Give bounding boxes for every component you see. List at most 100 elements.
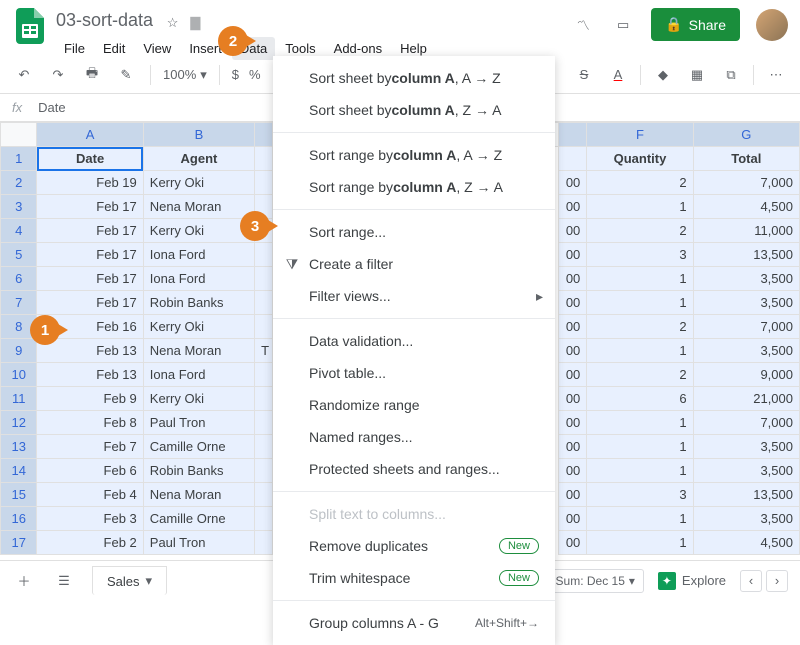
trend-icon[interactable]: 〽 xyxy=(571,13,595,37)
comments-icon[interactable]: ▭ xyxy=(611,13,635,37)
dd-pivot[interactable]: Pivot table... xyxy=(273,357,555,389)
cell[interactable]: Feb 7 xyxy=(37,435,143,459)
cell[interactable]: Feb 3 xyxy=(37,507,143,531)
row-header[interactable]: 17 xyxy=(1,531,37,555)
add-sheet-icon[interactable]: ＋ xyxy=(12,569,36,593)
fx-icon[interactable]: fx xyxy=(12,100,22,115)
cell[interactable]: Feb 2 xyxy=(37,531,143,555)
dd-sort-range-za[interactable]: Sort range by column A, Z → A xyxy=(273,171,555,203)
cell[interactable] xyxy=(255,267,273,291)
row-header[interactable]: 1 xyxy=(1,147,37,171)
cell[interactable]: 00 xyxy=(558,459,586,483)
cell[interactable]: 1 xyxy=(587,195,693,219)
cell[interactable]: Paul Tron xyxy=(143,531,254,555)
row-header[interactable]: 11 xyxy=(1,387,37,411)
col-header-A[interactable]: A xyxy=(37,123,143,147)
avatar[interactable] xyxy=(756,9,788,41)
cell[interactable]: Robin Banks xyxy=(143,459,254,483)
cell[interactable]: Feb 17 xyxy=(37,291,143,315)
cell[interactable]: Feb 17 xyxy=(37,195,143,219)
cell[interactable]: 7,000 xyxy=(693,315,799,339)
zoom-select[interactable]: 100%▾ xyxy=(163,67,207,83)
cell[interactable]: 3,500 xyxy=(693,435,799,459)
cell[interactable]: Kerry Oki xyxy=(143,315,254,339)
cell[interactable]: 3,500 xyxy=(693,507,799,531)
row-header[interactable]: 13 xyxy=(1,435,37,459)
fill-color-icon[interactable]: ◆ xyxy=(651,63,675,87)
row-header[interactable]: 9 xyxy=(1,339,37,363)
cell[interactable]: 00 xyxy=(558,411,586,435)
cell[interactable]: 1 xyxy=(587,291,693,315)
cell[interactable]: 00 xyxy=(558,195,586,219)
doc-title[interactable]: 03-sort-data xyxy=(56,8,153,33)
cell[interactable]: 2 xyxy=(587,219,693,243)
scroll-right-icon[interactable]: › xyxy=(766,570,788,592)
cell[interactable]: 1 xyxy=(587,339,693,363)
cell[interactable]: Paul Tron xyxy=(143,411,254,435)
cell[interactable]: 7,000 xyxy=(693,411,799,435)
cell[interactable]: Nena Moran xyxy=(143,483,254,507)
cell[interactable]: 11,000 xyxy=(693,219,799,243)
row-header[interactable]: 3 xyxy=(1,195,37,219)
all-sheets-icon[interactable]: ☰ xyxy=(52,569,76,593)
cell[interactable]: Feb 17 xyxy=(37,267,143,291)
row-header[interactable]: 15 xyxy=(1,483,37,507)
row-header[interactable]: 6 xyxy=(1,267,37,291)
cell[interactable] xyxy=(255,363,273,387)
cell[interactable] xyxy=(255,531,273,555)
share-button[interactable]: 🔒 Share xyxy=(651,8,740,41)
currency-icon[interactable]: $ xyxy=(232,67,239,82)
cell[interactable]: 21,000 xyxy=(693,387,799,411)
cell[interactable]: 9,000 xyxy=(693,363,799,387)
cell[interactable]: Feb 8 xyxy=(37,411,143,435)
cell[interactable]: 00 xyxy=(558,243,586,267)
cell[interactable] xyxy=(255,459,273,483)
cell[interactable]: 00 xyxy=(558,267,586,291)
cell[interactable]: Date xyxy=(37,147,143,171)
folder-icon[interactable]: ▇ xyxy=(190,15,200,31)
more-icon[interactable]: ⋯ xyxy=(764,63,788,87)
cell[interactable]: Kerry Oki xyxy=(143,171,254,195)
sheets-logo-icon[interactable] xyxy=(12,8,48,44)
star-icon[interactable]: ☆ xyxy=(167,15,179,31)
cell[interactable]: 2 xyxy=(587,363,693,387)
dd-randomize[interactable]: Randomize range xyxy=(273,389,555,421)
cell[interactable]: 00 xyxy=(558,507,586,531)
sheet-tab[interactable]: Sales▾ xyxy=(92,566,167,595)
cell[interactable]: 00 xyxy=(558,291,586,315)
row-header[interactable]: 4 xyxy=(1,219,37,243)
cell[interactable]: 00 xyxy=(558,435,586,459)
undo-icon[interactable]: ↶ xyxy=(12,63,36,87)
row-header[interactable]: 12 xyxy=(1,411,37,435)
cell[interactable] xyxy=(255,315,273,339)
dd-sort-sheet-az[interactable]: Sort sheet by column A, A → Z xyxy=(273,62,555,94)
row-header[interactable]: 10 xyxy=(1,363,37,387)
cell[interactable]: Total xyxy=(693,147,799,171)
dd-group[interactable]: Group columns A - GAlt+Shift+→ xyxy=(273,607,555,639)
cell[interactable]: Camille Orne xyxy=(143,507,254,531)
cell[interactable]: Quantity xyxy=(587,147,693,171)
formula-value[interactable]: Date xyxy=(38,100,65,115)
dd-sort-range[interactable]: Sort range... xyxy=(273,216,555,248)
cell[interactable]: Nena Moran xyxy=(143,195,254,219)
cell[interactable]: 1 xyxy=(587,459,693,483)
cell[interactable]: 3 xyxy=(587,483,693,507)
dd-filter-views[interactable]: Filter views...▸ xyxy=(273,280,555,312)
dd-create-filter[interactable]: ⧩Create a filter xyxy=(273,248,555,280)
cell[interactable]: 1 xyxy=(587,531,693,555)
redo-icon[interactable]: ↷ xyxy=(46,63,70,87)
cell[interactable]: 00 xyxy=(558,387,586,411)
row-header[interactable]: 5 xyxy=(1,243,37,267)
cell[interactable]: Feb 17 xyxy=(37,243,143,267)
merge-icon[interactable]: ⧉ xyxy=(719,63,743,87)
cell[interactable]: 00 xyxy=(558,219,586,243)
cell[interactable]: 00 xyxy=(558,363,586,387)
cell[interactable]: 6 xyxy=(587,387,693,411)
paint-format-icon[interactable]: ✎ xyxy=(114,63,138,87)
cell[interactable] xyxy=(255,291,273,315)
menu-file[interactable]: File xyxy=(56,37,93,60)
cell[interactable]: Kerry Oki xyxy=(143,219,254,243)
dd-sort-range-az[interactable]: Sort range by column A, A → Z xyxy=(273,139,555,171)
cell[interactable]: 3,500 xyxy=(693,267,799,291)
cell[interactable] xyxy=(255,411,273,435)
